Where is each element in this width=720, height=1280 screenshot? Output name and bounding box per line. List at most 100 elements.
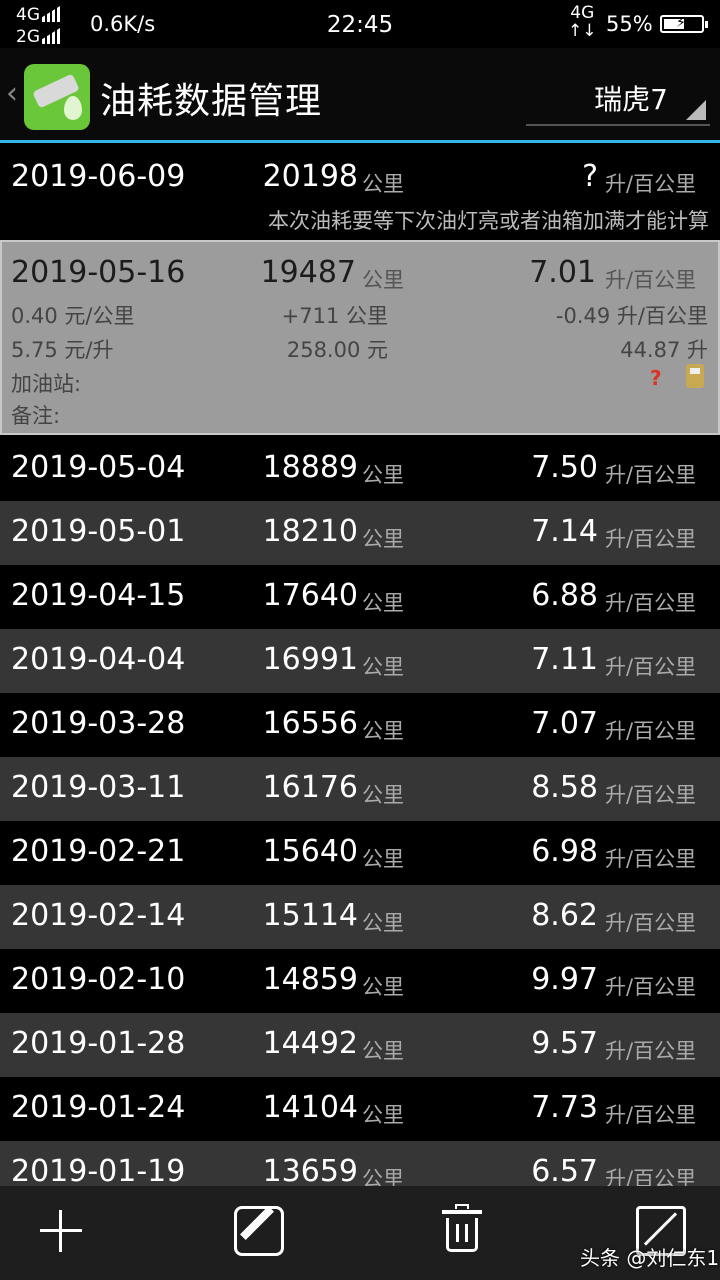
list-item[interactable]: 2019-04-04 16991 公里 7.11 升/百公里 xyxy=(0,629,720,693)
list-item[interactable]: 2019-02-14 15114 公里 8.62 升/百公里 xyxy=(0,885,720,949)
record-consumption: 9.97 xyxy=(531,962,598,997)
record-date: 2019-05-01 xyxy=(11,514,186,549)
record-consumption: 7.14 xyxy=(531,514,598,549)
consumption-unit: 升/百公里 xyxy=(605,1039,697,1063)
km-unit: 公里 xyxy=(362,1103,404,1127)
consumption-unit: 升/百公里 xyxy=(605,268,697,292)
delete-icon[interactable] xyxy=(440,1204,490,1256)
record-odometer: 18210 xyxy=(262,514,358,549)
record-consumption: ? xyxy=(582,159,598,194)
record-date: 2019-06-09 xyxy=(11,159,186,194)
record-odometer: 16991 xyxy=(262,642,358,677)
km-unit: 公里 xyxy=(362,268,404,292)
record-odometer: 16176 xyxy=(262,770,358,805)
record-odometer: 19487 xyxy=(260,255,356,290)
charging-icon: ⚡ xyxy=(676,15,686,31)
record-date: 2019-05-04 xyxy=(11,450,186,485)
list-item[interactable]: 2019-03-28 16556 公里 7.07 升/百公里 xyxy=(0,693,720,757)
car-dropdown-value: 瑞虎7 xyxy=(594,83,668,116)
km-unit: 公里 xyxy=(362,172,404,196)
battery-icon: ⚡ xyxy=(660,15,708,33)
record-consumption: 7.11 xyxy=(531,642,598,677)
list-item[interactable]: 2019-05-04 18889 公里 7.50 升/百公里 xyxy=(0,437,720,501)
drop-icon xyxy=(64,96,82,120)
record-consumption: 8.58 xyxy=(531,770,598,805)
list-item[interactable]: 2019-02-10 14859 公里 9.97 升/百公里 xyxy=(0,949,720,1013)
record-date: 2019-04-04 xyxy=(11,642,186,677)
record-odometer: 14492 xyxy=(262,1026,358,1061)
consumption-unit: 升/百公里 xyxy=(605,975,697,999)
consumption-unit: 升/百公里 xyxy=(605,847,697,871)
km-unit: 公里 xyxy=(362,847,404,871)
record-consumption: 7.01 xyxy=(529,255,596,290)
data-network: 4G ↑↓ xyxy=(568,3,597,41)
km-unit: 公里 xyxy=(362,527,404,551)
record-date: 2019-01-19 xyxy=(11,1154,186,1186)
km-delta: +711 公里 xyxy=(281,304,388,328)
record-odometer: 14104 xyxy=(262,1090,358,1125)
record-consumption: 7.07 xyxy=(531,706,598,741)
record-odometer: 15114 xyxy=(262,898,358,933)
km-unit: 公里 xyxy=(362,1039,404,1063)
list-item-selected[interactable]: 2019-05-16 19487 公里 7.01 升/百公里 0.40 元/公里… xyxy=(0,240,720,435)
km-unit: 公里 xyxy=(362,783,404,807)
record-consumption: 6.88 xyxy=(531,578,598,613)
record-consumption: 6.98 xyxy=(531,834,598,869)
record-odometer: 15640 xyxy=(262,834,358,869)
km-unit: 公里 xyxy=(362,719,404,743)
consumption-unit: 升/百公里 xyxy=(605,172,697,196)
list-item[interactable]: 2019-03-11 16176 公里 8.58 升/百公里 xyxy=(0,757,720,821)
record-consumption: 7.73 xyxy=(531,1090,598,1125)
record-list[interactable]: 2019-06-09 20198 公里 ? 升/百公里 本次油耗要等下次油灯亮或… xyxy=(0,143,720,1186)
watermark: 头条 @刘仁东1 xyxy=(580,1246,720,1270)
km-unit: 公里 xyxy=(362,1167,404,1186)
back-icon[interactable]: ‹ xyxy=(6,76,18,111)
consumption-delta: -0.49 升/百公里 xyxy=(555,304,708,328)
remark-label: 备注: xyxy=(11,404,61,428)
record-date: 2019-01-28 xyxy=(11,1026,186,1061)
record-odometer: 17640 xyxy=(262,578,358,613)
list-item[interactable]: 2019-06-09 20198 公里 ? 升/百公里 本次油耗要等下次油灯亮或… xyxy=(0,143,720,240)
edit-icon[interactable] xyxy=(234,1206,284,1256)
km-unit: 公里 xyxy=(362,911,404,935)
list-item[interactable]: 2019-02-21 15640 公里 6.98 升/百公里 xyxy=(0,821,720,885)
list-item[interactable]: 2019-04-15 17640 公里 6.88 升/百公里 xyxy=(0,565,720,629)
record-date: 2019-02-10 xyxy=(11,962,186,997)
record-consumption: 6.57 xyxy=(531,1154,598,1186)
consumption-unit: 升/百公里 xyxy=(605,655,697,679)
app-bar: ‹ 油耗数据管理 瑞虎7 xyxy=(0,48,720,143)
km-unit: 公里 xyxy=(362,463,404,487)
record-date: 2019-03-11 xyxy=(11,770,186,805)
consumption-unit: 升/百公里 xyxy=(605,1167,697,1186)
fuel-amount: 258.00 元 xyxy=(286,338,388,362)
fuel-pump-icon xyxy=(686,364,704,388)
page-title: 油耗数据管理 xyxy=(100,81,323,122)
record-consumption: 9.57 xyxy=(531,1026,598,1061)
question-mark-icon: ? xyxy=(650,366,662,390)
consumption-unit: 升/百公里 xyxy=(605,911,697,935)
record-consumption: 7.50 xyxy=(531,450,598,485)
km-unit: 公里 xyxy=(362,655,404,679)
list-item[interactable]: 2019-01-24 14104 公里 7.73 升/百公里 xyxy=(0,1077,720,1141)
consumption-unit: 升/百公里 xyxy=(605,463,697,487)
consumption-unit: 升/百公里 xyxy=(605,527,697,551)
record-odometer: 14859 xyxy=(262,962,358,997)
record-date: 2019-01-24 xyxy=(11,1090,186,1125)
list-item[interactable]: 2019-05-01 18210 公里 7.14 升/百公里 xyxy=(0,501,720,565)
cost-per-km: 0.40 元/公里 xyxy=(11,304,135,328)
battery-percent: 55% xyxy=(606,12,653,36)
km-unit: 公里 xyxy=(362,975,404,999)
record-odometer: 13659 xyxy=(262,1154,358,1186)
add-icon[interactable] xyxy=(36,1206,86,1256)
status-bar: 4G 2G 0.6K/s 22:45 4G ↑↓ 55% ⚡ xyxy=(0,0,720,48)
consumption-unit: 升/百公里 xyxy=(605,591,697,615)
car-dropdown[interactable]: 瑞虎7 xyxy=(526,68,710,126)
list-item[interactable]: 2019-01-19 13659 公里 6.57 升/百公里 xyxy=(0,1141,720,1186)
list-item[interactable]: 2019-01-28 14492 公里 9.57 升/百公里 xyxy=(0,1013,720,1077)
record-odometer: 18889 xyxy=(262,450,358,485)
consumption-unit: 升/百公里 xyxy=(605,719,697,743)
record-date: 2019-03-28 xyxy=(11,706,186,741)
app-logo[interactable] xyxy=(24,64,90,130)
fuel-price: 5.75 元/升 xyxy=(11,338,114,362)
pending-note: 本次油耗要等下次油灯亮或者油箱加满才能计算 xyxy=(268,209,709,233)
